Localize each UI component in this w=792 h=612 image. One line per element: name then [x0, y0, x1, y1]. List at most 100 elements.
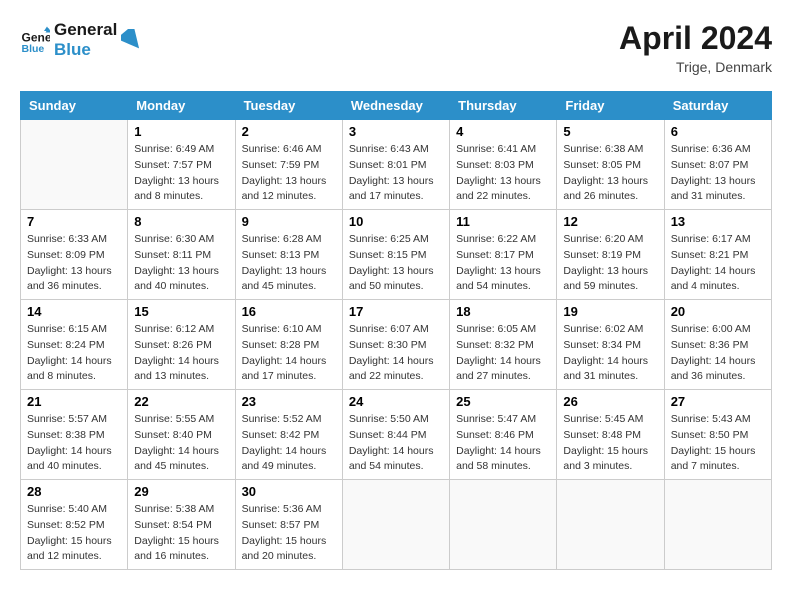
logo-icon: General Blue [20, 25, 50, 55]
calendar-day-cell: 10Sunrise: 6:25 AMSunset: 8:15 PMDayligh… [342, 210, 449, 300]
day-info-line: Daylight: 15 hours [242, 535, 327, 547]
day-number: 9 [242, 214, 336, 229]
day-info: Sunrise: 5:52 AMSunset: 8:42 PMDaylight:… [242, 412, 336, 475]
day-info: Sunrise: 6:10 AMSunset: 8:28 PMDaylight:… [242, 322, 336, 385]
page-header: General Blue General Blue April 2024 Tri… [20, 20, 772, 75]
day-info-line: Daylight: 13 hours [456, 265, 541, 277]
day-info-line: and 26 minutes. [563, 190, 638, 202]
day-info-line: Sunset: 8:52 PM [27, 519, 105, 531]
day-info-line: Daylight: 15 hours [27, 535, 112, 547]
day-info-line: Sunset: 8:07 PM [671, 159, 749, 171]
day-info-line: Sunrise: 6:20 AM [563, 233, 643, 245]
day-number: 22 [134, 394, 228, 409]
logo-arrow-icon [121, 29, 143, 51]
day-info-line: Sunset: 8:13 PM [242, 249, 320, 261]
day-info-line: Sunset: 8:34 PM [563, 339, 641, 351]
day-info-line: Sunrise: 6:33 AM [27, 233, 107, 245]
calendar-day-cell: 19Sunrise: 6:02 AMSunset: 8:34 PMDayligh… [557, 300, 664, 390]
day-info: Sunrise: 6:05 AMSunset: 8:32 PMDaylight:… [456, 322, 550, 385]
day-info-line: and 50 minutes. [349, 280, 424, 292]
day-number: 4 [456, 124, 550, 139]
calendar-day-cell: 13Sunrise: 6:17 AMSunset: 8:21 PMDayligh… [664, 210, 771, 300]
day-info-line: Sunset: 8:50 PM [671, 429, 749, 441]
day-of-week-header: Thursday [450, 92, 557, 120]
day-info-line: and 45 minutes. [134, 460, 209, 472]
day-number: 27 [671, 394, 765, 409]
day-info-line: Sunrise: 6:36 AM [671, 143, 751, 155]
day-number: 19 [563, 304, 657, 319]
calendar-day-cell: 30 Sunrise: 5:36 AMSunset: 8:57 PMDayligh… [235, 480, 342, 570]
calendar-day-cell: 23Sunrise: 5:52 AMSunset: 8:42 PMDayligh… [235, 390, 342, 480]
day-info-line: Sunset: 8:19 PM [563, 249, 641, 261]
day-info-line: Daylight: 13 hours [349, 265, 434, 277]
day-info-line: Daylight: 14 hours [456, 445, 541, 457]
logo: General Blue General Blue [20, 20, 143, 61]
day-of-week-header: Monday [128, 92, 235, 120]
day-info-line: and 54 minutes. [349, 460, 424, 472]
day-info: Sunrise: 5:57 AMSunset: 8:38 PMDaylight:… [27, 412, 121, 475]
day-info-line: Daylight: 13 hours [134, 265, 219, 277]
day-info-line: and 31 minutes. [563, 370, 638, 382]
day-info: Sunrise: 5:43 AMSunset: 8:50 PMDaylight:… [671, 412, 765, 475]
day-info-line: Daylight: 13 hours [134, 175, 219, 187]
day-info-line: Sunset: 8:38 PM [27, 429, 105, 441]
day-info: Sunrise: 6:36 AMSunset: 8:07 PMDaylight:… [671, 142, 765, 205]
day-info: Sunrise: 5:38 AMSunset: 8:54 PMDaylight:… [134, 502, 228, 565]
calendar-day-cell: 7Sunrise: 6:33 AMSunset: 8:09 PMDaylight… [21, 210, 128, 300]
day-number: 18 [456, 304, 550, 319]
calendar-day-cell: 6Sunrise: 6:36 AMSunset: 8:07 PMDaylight… [664, 120, 771, 210]
day-info: Sunrise: 6:25 AMSunset: 8:15 PMDaylight:… [349, 232, 443, 295]
day-number: 17 [349, 304, 443, 319]
day-info-line: and 12 minutes. [242, 190, 317, 202]
day-info-line: Sunset: 8:01 PM [349, 159, 427, 171]
day-info-line: Sunrise: 6:10 AM [242, 323, 322, 335]
calendar-day-cell: 9Sunrise: 6:28 AMSunset: 8:13 PMDaylight… [235, 210, 342, 300]
calendar-day-cell: 27 Sunrise: 5:43 AMSunset: 8:50 PMDayligh… [664, 390, 771, 480]
day-info-line: Sunrise: 6:30 AM [134, 233, 214, 245]
day-info-line: Sunrise: 6:05 AM [456, 323, 536, 335]
day-number: 12 [563, 214, 657, 229]
day-info: Sunrise: 5:36 AMSunset: 8:57 PMDaylight:… [242, 502, 336, 565]
day-info-line: Sunrise: 6:28 AM [242, 233, 322, 245]
day-info-line: and 58 minutes. [456, 460, 531, 472]
calendar-day-cell [557, 480, 664, 570]
day-info-line: Sunset: 8:24 PM [27, 339, 105, 351]
day-info-line: and 20 minutes. [242, 550, 317, 562]
day-of-week-header: Sunday [21, 92, 128, 120]
day-info-line: Sunrise: 6:46 AM [242, 143, 322, 155]
day-info-line: and 40 minutes. [134, 280, 209, 292]
logo-general: General [54, 20, 117, 40]
day-info-line: and 8 minutes. [134, 190, 203, 202]
calendar-table: SundayMondayTuesdayWednesdayThursdayFrid… [20, 91, 772, 570]
calendar-day-cell: 1Sunrise: 6:49 AMSunset: 7:57 PMDaylight… [128, 120, 235, 210]
day-info-line: Sunset: 8:11 PM [134, 249, 211, 261]
day-info-line: Daylight: 14 hours [27, 445, 112, 457]
day-info: Sunrise: 6:20 AMSunset: 8:19 PMDaylight:… [563, 232, 657, 295]
day-info-line: and 7 minutes. [671, 460, 740, 472]
month-title: April 2024 [619, 20, 772, 57]
day-info: Sunrise: 5:55 AMSunset: 8:40 PMDaylight:… [134, 412, 228, 475]
day-info-line: Sunrise: 6:41 AM [456, 143, 536, 155]
day-info: Sunrise: 6:00 AMSunset: 8:36 PMDaylight:… [671, 322, 765, 385]
day-info-line: and 17 minutes. [242, 370, 317, 382]
day-info-line: Daylight: 14 hours [563, 355, 648, 367]
day-info-line: Daylight: 13 hours [563, 175, 648, 187]
day-info: Sunrise: 5:47 AMSunset: 8:46 PMDaylight:… [456, 412, 550, 475]
day-info-line: and 49 minutes. [242, 460, 317, 472]
day-info: Sunrise: 5:50 AMSunset: 8:44 PMDaylight:… [349, 412, 443, 475]
day-number: 2 [242, 124, 336, 139]
day-number: 5 [563, 124, 657, 139]
day-info-line: Sunset: 8:42 PM [242, 429, 320, 441]
day-number: 30 [242, 484, 336, 499]
day-number: 26 [563, 394, 657, 409]
day-info: Sunrise: 6:07 AMSunset: 8:30 PMDaylight:… [349, 322, 443, 385]
calendar-day-cell: 22 Sunrise: 5:55 AMSunset: 8:40 PMDayligh… [128, 390, 235, 480]
day-info-line: Sunrise: 6:22 AM [456, 233, 536, 245]
day-info-line: Daylight: 15 hours [134, 535, 219, 547]
day-info-line: Sunrise: 6:25 AM [349, 233, 429, 245]
calendar-day-cell: 2Sunrise: 6:46 AMSunset: 7:59 PMDaylight… [235, 120, 342, 210]
day-info-line: and 22 minutes. [349, 370, 424, 382]
day-info-line: Sunrise: 6:12 AM [134, 323, 214, 335]
day-info-line: and 45 minutes. [242, 280, 317, 292]
day-number: 20 [671, 304, 765, 319]
